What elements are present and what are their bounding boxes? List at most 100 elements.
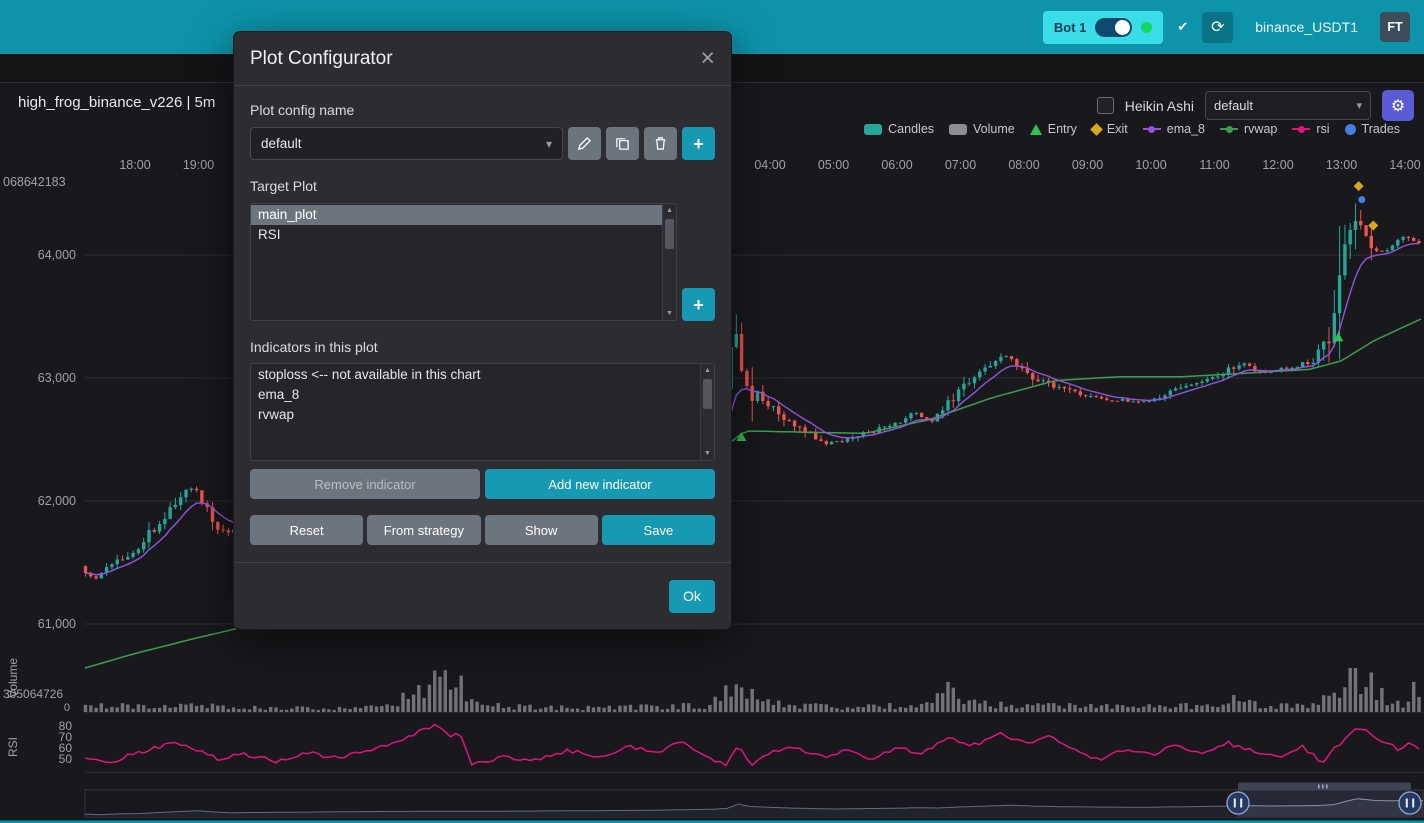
rvwap-legend-marker [1220, 124, 1238, 135]
scrollbar[interactable]: ▲ ▼ [662, 204, 676, 320]
plot-config-name-label: Plot config name [250, 102, 715, 118]
exchange-label: binance_USDT1 [1255, 19, 1358, 35]
from-strategy-button[interactable]: From strategy [367, 515, 480, 545]
ok-button[interactable]: Ok [669, 580, 715, 613]
reset-button[interactable]: Reset [250, 515, 363, 545]
volume-bars [84, 668, 1421, 712]
bot-online-dot [1141, 22, 1152, 33]
legend-item-Volume[interactable]: Volume [949, 122, 1015, 136]
modal-body: Plot config name default ▾ + Target Plot… [234, 86, 731, 562]
svg-text:RSI: RSI [6, 737, 20, 757]
scroll-thumb[interactable] [665, 219, 674, 249]
datazoom-left-handle[interactable] [1227, 792, 1249, 814]
legend-label: Candles [888, 122, 934, 136]
legend-item-rsi[interactable]: rsi [1292, 122, 1329, 136]
candles-legend-marker [864, 124, 882, 135]
modal-footer: Ok [234, 562, 731, 629]
close-icon[interactable]: × [700, 46, 715, 71]
legend-label: rsi [1316, 122, 1329, 136]
svg-text:13:00: 13:00 [1326, 158, 1357, 172]
indicator-option[interactable]: ema_8 [251, 385, 701, 405]
svg-text:07:00: 07:00 [945, 158, 976, 172]
legend-item-ema_8[interactable]: ema_8 [1143, 122, 1205, 136]
svg-text:11:00: 11:00 [1199, 158, 1229, 172]
legend-label: Exit [1107, 122, 1128, 136]
datazoom-right-handle[interactable] [1399, 792, 1421, 814]
plot-preset-select[interactable]: default ▾ [1205, 91, 1371, 120]
modal-header: Plot Configurator × [234, 32, 731, 86]
scroll-down-icon[interactable]: ▼ [701, 450, 714, 457]
bot-toggle[interactable] [1095, 18, 1132, 37]
svg-text:09:00: 09:00 [1072, 158, 1103, 172]
bot-selector-pill[interactable]: Bot 1 [1043, 11, 1164, 44]
svg-text:18:00: 18:00 [119, 158, 150, 172]
target-plot-label: Target Plot [250, 178, 715, 194]
heikin-ashi-label: Heikin Ashi [1125, 98, 1194, 114]
scroll-thumb[interactable] [703, 379, 712, 409]
svg-text:62,000: 62,000 [38, 494, 76, 508]
legend-label: Trades [1362, 122, 1400, 136]
target-plot-listbox: main_plotRSI ▲ ▼ [250, 203, 677, 321]
svg-text:08:00: 08:00 [1008, 158, 1039, 172]
rsi-legend-marker [1292, 124, 1310, 135]
copy-icon [615, 136, 630, 151]
chart-title: high_frog_binance_v226 | 5m [18, 94, 215, 111]
add-new-indicator-button[interactable]: Add new indicator [485, 469, 715, 499]
svg-text:05:00: 05:00 [818, 158, 849, 172]
duplicate-config-button[interactable] [606, 127, 639, 160]
scroll-down-icon[interactable]: ▼ [663, 310, 676, 317]
refresh-button[interactable]: ⟳ [1202, 12, 1233, 43]
rename-config-button[interactable] [568, 127, 601, 160]
target-plot-option[interactable]: main_plot [251, 205, 663, 225]
chevron-down-icon: ▾ [1356, 99, 1362, 112]
save-button[interactable]: Save [602, 515, 715, 545]
indicator-option[interactable]: stoploss <-- not available in this chart [251, 365, 701, 385]
legend-item-Exit[interactable]: Exit [1092, 122, 1128, 136]
indicators-label: Indicators in this plot [250, 339, 715, 355]
add-config-button[interactable]: + [682, 127, 715, 160]
legend-label: Entry [1048, 122, 1077, 136]
heikin-ashi-checkbox[interactable] [1097, 97, 1114, 114]
remove-indicator-button[interactable]: Remove indicator [250, 469, 480, 499]
show-button[interactable]: Show [485, 515, 598, 545]
svg-text:50: 50 [59, 752, 73, 766]
trades-legend-marker [1345, 124, 1356, 135]
svg-text:04:00: 04:00 [754, 158, 785, 172]
svg-text:14:00: 14:00 [1389, 158, 1420, 172]
plot-configurator-modal: Plot Configurator × Plot config name def… [233, 31, 732, 630]
svg-text:12:00: 12:00 [1262, 158, 1293, 172]
plus-icon: + [693, 296, 704, 314]
bot-name: Bot 1 [1054, 20, 1087, 35]
delete-config-button[interactable] [644, 127, 677, 160]
legend-item-Candles[interactable]: Candles [864, 122, 934, 136]
svg-text:06:00: 06:00 [881, 158, 912, 172]
legend-label: ema_8 [1167, 122, 1205, 136]
trade-marker [1358, 196, 1365, 203]
scroll-up-icon[interactable]: ▲ [701, 367, 714, 374]
svg-text:0: 0 [64, 702, 70, 714]
indicator-list: stoploss <-- not available in this chart… [251, 365, 701, 459]
legend-label: Volume [973, 122, 1015, 136]
trash-icon [653, 136, 668, 151]
legend-item-rvwap[interactable]: rvwap [1220, 122, 1277, 136]
account-avatar[interactable]: FT [1380, 12, 1410, 42]
datazoom-move-handle[interactable] [1238, 783, 1411, 791]
exit-marker [1354, 181, 1364, 191]
svg-text:068642183: 068642183 [3, 175, 66, 189]
svg-text:10:00: 10:00 [1135, 158, 1166, 172]
scroll-up-icon[interactable]: ▲ [663, 207, 676, 214]
legend: Candles Volume Entry Exit ema_8 rvwap rsi Trade… [864, 122, 1400, 136]
add-target-plot-button[interactable]: + [682, 288, 715, 321]
indicator-option[interactable]: rvwap [251, 405, 701, 425]
legend-item-Trades[interactable]: Trades [1345, 122, 1400, 136]
indicators-listbox: stoploss <-- not available in this chart… [250, 363, 715, 461]
target-plot-option[interactable]: RSI [251, 225, 663, 245]
chart-settings-button[interactable]: ⚙ [1382, 90, 1414, 121]
gear-icon: ⚙ [1391, 96, 1405, 116]
chart-controls: Heikin Ashi default ▾ ⚙ [1097, 90, 1414, 121]
scrollbar[interactable]: ▲ ▼ [700, 364, 714, 460]
toggle-knob [1115, 20, 1130, 35]
svg-text:63,000: 63,000 [38, 371, 76, 385]
config-name-select[interactable]: default ▾ [250, 127, 563, 160]
legend-item-Entry[interactable]: Entry [1030, 122, 1077, 136]
